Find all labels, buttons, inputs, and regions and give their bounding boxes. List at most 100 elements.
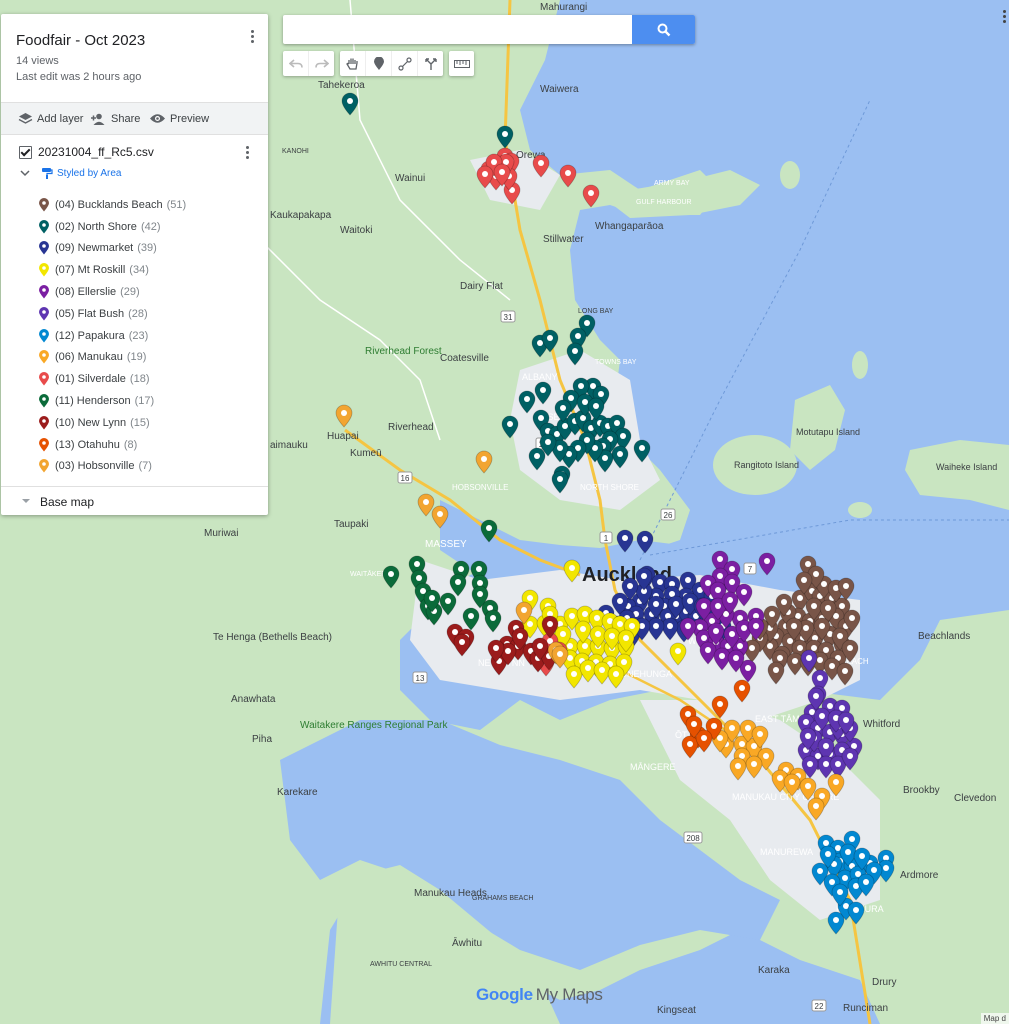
map-pin-icon bbox=[39, 306, 49, 321]
map-label: Drury bbox=[872, 977, 896, 988]
map-label: MĀNGERE bbox=[630, 762, 676, 772]
undo-icon[interactable] bbox=[283, 51, 309, 76]
legend-item[interactable]: (08) Ellerslie (29) bbox=[39, 281, 186, 303]
map-pin-icon bbox=[39, 350, 49, 364]
style-link[interactable]: Styled by Area bbox=[57, 168, 121, 179]
map-options-icon[interactable] bbox=[244, 28, 260, 46]
legend-label: (06) Manukau bbox=[55, 351, 123, 364]
my-maps-logo-text: My Maps bbox=[535, 985, 603, 1004]
more-options-icon[interactable] bbox=[1003, 10, 1009, 26]
legend-label: (02) North Shore bbox=[55, 220, 137, 233]
map-label: LONG BAY bbox=[578, 308, 614, 315]
road-shield: 208 bbox=[686, 834, 700, 843]
legend-item[interactable]: (12) Papakura (23) bbox=[39, 325, 186, 347]
paint-roller-icon[interactable] bbox=[41, 167, 53, 179]
legend-count: (19) bbox=[126, 351, 147, 364]
legend-label: (05) Flat Bush bbox=[55, 307, 125, 320]
map-label: Muriwai bbox=[204, 528, 238, 539]
route-icon[interactable] bbox=[418, 51, 443, 76]
map-label: Tahekeroa bbox=[318, 80, 365, 91]
layers-panel: Foodfair - Oct 2023 14 views Last edit w… bbox=[1, 14, 268, 515]
add-layer-label: Add layer bbox=[37, 112, 84, 125]
hand-icon[interactable] bbox=[340, 51, 366, 76]
legend-item[interactable]: (01) Silverdale (18) bbox=[39, 368, 186, 390]
chevron-down-icon[interactable] bbox=[19, 169, 31, 177]
map-label: Rangitoto Island bbox=[734, 460, 799, 470]
google-my-maps-logo: Google My Maps bbox=[476, 985, 603, 1005]
map-label: Clevedon bbox=[954, 793, 996, 804]
map-pin-icon bbox=[39, 285, 49, 299]
legend-label: (13) Otahuhu bbox=[55, 438, 120, 451]
legend-count: (39) bbox=[137, 242, 157, 255]
map-label: Whangaparāoa bbox=[595, 221, 664, 232]
legend-item[interactable]: (06) Manukau (19) bbox=[39, 347, 186, 369]
road-shield: 26 bbox=[664, 511, 673, 520]
layer-name[interactable]: 20231004_ff_Rc5.csv bbox=[38, 145, 154, 159]
map-pin-icon bbox=[39, 241, 49, 255]
legend-label: (10) New Lynn bbox=[55, 416, 127, 429]
legend-count: (42) bbox=[140, 220, 161, 233]
legend-count: (34) bbox=[129, 264, 149, 277]
road-shield: 22 bbox=[815, 1002, 824, 1011]
map-label: Taupaki bbox=[334, 519, 368, 530]
draw-line-icon[interactable] bbox=[392, 51, 418, 76]
add-layer-button[interactable]: Add layer bbox=[18, 103, 83, 134]
layers-icon bbox=[18, 113, 33, 124]
legend-item[interactable]: (02) North Shore (42) bbox=[39, 216, 186, 238]
island-small-2 bbox=[780, 161, 800, 189]
ruler-icon[interactable] bbox=[449, 51, 474, 76]
layer-style-row: Styled by Area bbox=[19, 167, 121, 179]
map-label: ALBANY bbox=[522, 372, 558, 382]
map-label: Whitford bbox=[863, 719, 900, 730]
layer-options-icon[interactable] bbox=[239, 144, 255, 162]
map-label: Kingseat bbox=[657, 1005, 696, 1016]
legend-item[interactable]: (07) Mt Roskill (34) bbox=[39, 259, 186, 281]
legend-label: (01) Silverdale bbox=[55, 373, 126, 386]
map-data-attribution[interactable]: Map d bbox=[980, 1013, 1009, 1024]
legend-item[interactable]: (13) Otahuhu (8) bbox=[39, 434, 186, 456]
map-label: Waitakere Ranges Regional Park bbox=[300, 720, 448, 731]
base-map-row[interactable]: Base map bbox=[1, 486, 268, 515]
map-title[interactable]: Foodfair - Oct 2023 bbox=[16, 32, 145, 49]
map-label: Wainui bbox=[395, 173, 425, 184]
map-label: Mahurangi bbox=[540, 2, 587, 13]
map-label: Runciman bbox=[843, 1003, 888, 1014]
preview-label: Preview bbox=[170, 112, 210, 125]
map-label: GRAHAMS BEACH bbox=[472, 895, 533, 902]
legend-count: (28) bbox=[128, 307, 148, 320]
layer-visibility-checkbox[interactable] bbox=[19, 145, 32, 159]
legend-label: (09) Newmarket bbox=[55, 242, 134, 255]
map-label: Waiheke Island bbox=[936, 462, 997, 472]
preview-button[interactable]: Preview bbox=[149, 103, 209, 134]
map-label: KANOHI bbox=[282, 148, 309, 155]
map-pin-icon bbox=[39, 459, 49, 473]
legend-item[interactable]: (05) Flat Bush (28) bbox=[39, 303, 186, 325]
legend-label: (04) Bucklands Beach bbox=[55, 198, 163, 211]
legend-item[interactable]: (11) Henderson (17) bbox=[39, 390, 186, 412]
road-shield: 31 bbox=[504, 313, 513, 322]
map-pin-icon bbox=[39, 197, 49, 212]
eye-icon bbox=[150, 114, 165, 123]
share-button[interactable]: Share bbox=[90, 103, 140, 134]
map-label: aimauku bbox=[270, 440, 308, 451]
legend-item[interactable]: (10) New Lynn (15) bbox=[39, 412, 186, 434]
legend-item[interactable]: (03) Hobsonville (7) bbox=[39, 456, 186, 478]
map-label: TOWNS BAY bbox=[595, 359, 637, 366]
map-label: Coatesville bbox=[440, 353, 489, 364]
search-button[interactable] bbox=[632, 15, 695, 44]
google-logo-text: Google bbox=[476, 985, 533, 1004]
redo-icon[interactable] bbox=[309, 51, 334, 76]
legend-count: (29) bbox=[120, 286, 140, 299]
legend-item[interactable]: (09) Newmarket (39) bbox=[39, 238, 186, 260]
search-box bbox=[283, 15, 695, 44]
legend-item[interactable]: (04) Bucklands Beach (51) bbox=[39, 194, 186, 216]
marker-icon[interactable] bbox=[366, 51, 392, 76]
map-label: Beachlands bbox=[918, 631, 970, 642]
map-pin-icon bbox=[39, 437, 49, 452]
map-pin-icon bbox=[39, 328, 49, 343]
map-label: MASSEY bbox=[425, 539, 467, 550]
map-label: Dairy Flat bbox=[460, 281, 503, 292]
panel-actions: Add layer Share Preview bbox=[1, 102, 268, 135]
map-label: Riverhead bbox=[388, 422, 434, 433]
search-input[interactable] bbox=[283, 15, 627, 44]
